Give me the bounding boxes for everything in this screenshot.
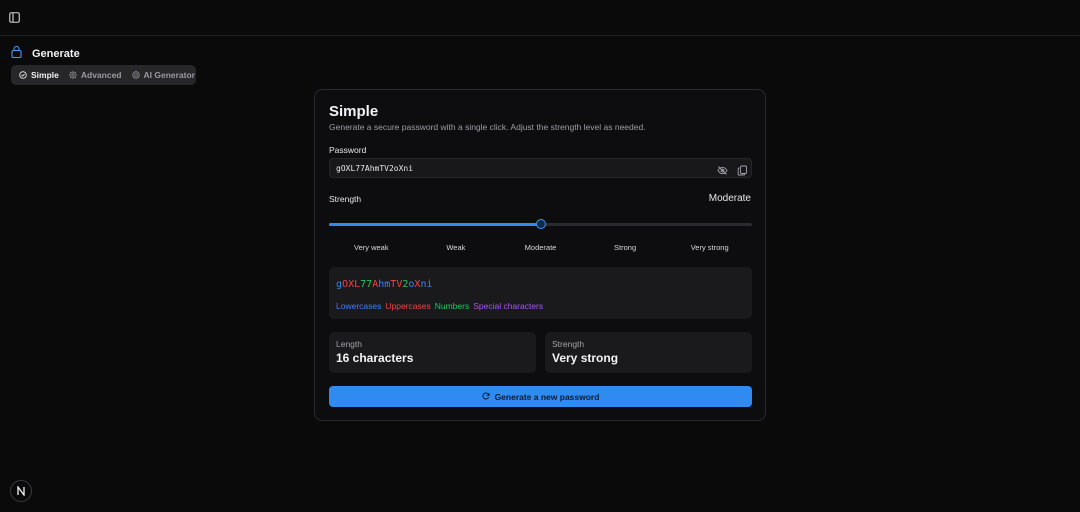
legend-special: Special characters <box>473 301 544 311</box>
page-header: Generate <box>11 45 80 63</box>
password-field <box>329 158 752 178</box>
tab-label: Simple <box>31 70 59 80</box>
check-circle-icon <box>19 71 27 79</box>
eye-off-icon[interactable] <box>717 163 728 175</box>
strength-level-label: Very weak <box>353 243 389 252</box>
strength-stat: Strength Very strong <box>545 332 752 373</box>
simple-generator-card: Simple Generate a secure password with a… <box>314 89 766 421</box>
tab-advanced[interactable]: Advanced <box>65 67 126 83</box>
password-input[interactable] <box>336 159 696 177</box>
page-title: Generate <box>32 48 80 60</box>
lock-icon <box>11 45 22 63</box>
password-char: i <box>426 279 433 290</box>
card-description: Generate a secure password with a single… <box>329 122 646 132</box>
sidebar-toggle-icon[interactable] <box>8 11 21 24</box>
copy-icon[interactable] <box>737 163 748 176</box>
character-legend: Lowercases Uppercases Numbers Special ch… <box>336 301 543 311</box>
tab-label: AI Generator <box>143 70 196 80</box>
refresh-icon <box>481 391 490 402</box>
strength-level-label: Moderate <box>524 243 557 252</box>
gear-icon <box>68 71 77 79</box>
slider-fill <box>329 223 541 226</box>
slider-thumb[interactable] <box>535 219 546 229</box>
legend-numbers: Numbers <box>434 301 470 311</box>
tab-label: Advanced <box>80 70 122 80</box>
tab-simple[interactable]: Simple <box>15 67 63 83</box>
legend-lowercases: Lowercases <box>336 301 382 311</box>
length-stat: Length 16 characters <box>329 332 536 373</box>
generate-password-button[interactable]: Generate a new password <box>329 386 752 407</box>
length-label: Length <box>336 339 362 349</box>
n-logo-icon[interactable] <box>10 480 32 502</box>
password-preview: gOXL77AhmTV2oXni Lowercases Uppercases N… <box>329 267 752 319</box>
generate-button-label: Generate a new password <box>494 391 600 402</box>
strength-level-labels: Very weak Weak Moderate Strong Very strong <box>329 243 752 255</box>
top-bar <box>0 0 1080 36</box>
strength-level-label: Weak <box>446 243 466 252</box>
strength-slider[interactable] <box>329 219 752 229</box>
overall-strength-label: Strength <box>552 339 585 349</box>
legend-uppercases: Uppercases <box>385 301 431 311</box>
card-title: Simple <box>329 103 379 120</box>
tab-ai-generator[interactable]: AI Generator <box>128 67 200 83</box>
colored-password: gOXL77AhmTV2oXni <box>336 279 433 290</box>
strength-label: Strength <box>329 194 362 204</box>
strength-level-label: Very strong <box>690 243 729 252</box>
strength-value: Moderate <box>708 193 751 204</box>
password-label: Password <box>329 145 367 155</box>
tab-list: Simple Advanced AI Generator <box>11 65 196 85</box>
openai-icon <box>131 71 140 79</box>
overall-strength-value: Very strong <box>552 351 619 365</box>
strength-level-label: Strong <box>614 243 637 252</box>
length-value: 16 characters <box>336 351 414 365</box>
